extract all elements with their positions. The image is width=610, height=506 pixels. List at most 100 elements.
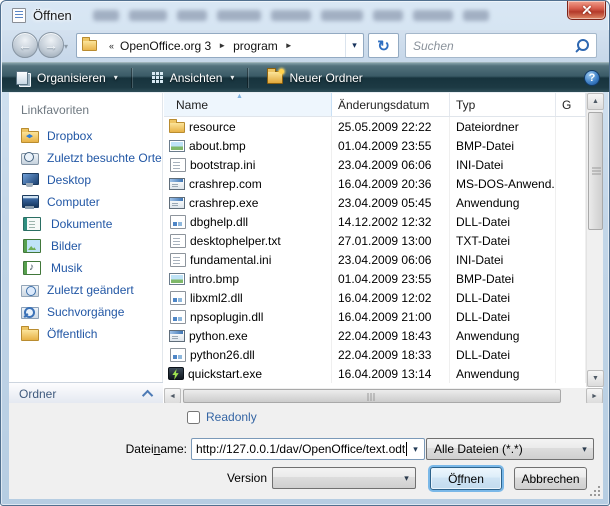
file-row[interactable]: python.exe 22.04.2009 18:43 Anwendung — [164, 326, 586, 345]
column-header-type[interactable]: Typ — [450, 93, 556, 116]
quickstart-app-icon — [168, 367, 184, 380]
resize-grip[interactable] — [588, 484, 600, 496]
application-icon — [169, 330, 185, 342]
dialog-footer: Readonly Dateiname: http://127.0.0.1/dav… — [9, 403, 603, 499]
scroll-left-button[interactable]: ◄ — [164, 388, 181, 404]
file-row[interactable]: crashrep.com 16.04.2009 20:36 MS-DOS-Anw… — [164, 174, 586, 193]
filename-input[interactable]: http://127.0.0.1/dav/OpenOffice/text.odt — [192, 442, 405, 456]
readonly-checkbox[interactable] — [187, 411, 200, 424]
sidebar-item-desktop[interactable]: Desktop — [9, 169, 162, 191]
search-icon[interactable] — [574, 37, 592, 55]
background-menu-blur — [463, 10, 489, 21]
chevron-right-icon[interactable]: ► — [285, 41, 293, 50]
file-row[interactable]: libxml2.dll 16.04.2009 12:02 DLL-Datei — [164, 288, 586, 307]
scroll-up-button[interactable]: ▲ — [587, 93, 604, 110]
searches-icon — [21, 307, 39, 319]
recent-pages-dropdown[interactable]: ▾ — [64, 42, 68, 51]
vertical-scroll-thumb[interactable] — [588, 112, 603, 230]
new-folder-button[interactable]: Neuer Ordner — [257, 66, 372, 90]
filetype-dropdown[interactable]: Alle Dateien (*.*) ▾ — [426, 438, 594, 460]
sidebar-item-documents[interactable]: Dokumente — [9, 213, 162, 235]
column-header-name[interactable]: ▲ Name — [164, 93, 332, 116]
sidebar-item-recently-changed[interactable]: Zuletzt geändert — [9, 279, 162, 301]
breadcrumb[interactable]: « OpenOffice.org 3 ► program ► ▾ — [76, 33, 364, 58]
computer-icon — [21, 195, 39, 210]
views-label: Ansichten — [170, 71, 223, 85]
sidebar-item-recent-places[interactable]: Zuletzt besuchte Orte — [9, 147, 162, 169]
file-row[interactable]: intro.bmp 01.04.2009 23:55 BMP-Datei — [164, 269, 586, 288]
refresh-button[interactable]: ↻ — [368, 33, 399, 58]
breadcrumb-overflow-chevron[interactable]: « — [109, 41, 114, 51]
sidebar-item-dropbox[interactable]: Dropbox — [9, 125, 162, 147]
search-input[interactable] — [406, 39, 574, 53]
file-row[interactable]: crashrep.exe 23.04.2009 05:45 Anwendung — [164, 193, 586, 212]
background-menu-blur — [413, 10, 453, 21]
address-dropdown[interactable]: ▾ — [345, 34, 363, 57]
pictures-icon — [23, 239, 41, 253]
background-menu-blur — [217, 10, 261, 21]
file-row[interactable]: about.bmp 01.04.2009 23:55 BMP-Datei — [164, 136, 586, 155]
readonly-label[interactable]: Readonly — [206, 410, 257, 424]
navigation-bar: ← → ▾ « OpenOffice.org 3 ► program ► ▾ ↻ — [2, 30, 610, 62]
chevron-right-icon[interactable]: ► — [218, 41, 226, 50]
file-row[interactable]: npsoplugin.dll 16.04.2009 21:00 DLL-Date… — [164, 307, 586, 326]
file-row[interactable]: quickstart.exe 16.04.2009 13:14 Anwendun… — [164, 364, 586, 383]
folders-expander[interactable]: Ordner — [9, 382, 163, 404]
txt-file-icon — [170, 234, 186, 248]
column-header-date[interactable]: Änderungsdatum — [332, 93, 450, 116]
views-button[interactable]: Ansichten ▾ — [141, 66, 245, 90]
folders-label: Ordner — [19, 387, 56, 401]
breadcrumb-segment[interactable]: OpenOffice.org 3 — [120, 39, 211, 53]
readonly-option: Readonly — [187, 410, 257, 424]
file-row[interactable]: bootstrap.ini 23.04.2009 06:06 INI-Datei — [164, 155, 586, 174]
documents-icon — [23, 217, 41, 231]
back-arrow-icon: ← — [13, 33, 37, 57]
background-menu-blur — [177, 10, 207, 21]
close-button[interactable] — [567, 1, 606, 20]
file-row[interactable]: resource 25.05.2009 22:22 Dateiordner — [164, 117, 586, 136]
vertical-scrollbar[interactable]: ▲ ▼ — [586, 93, 603, 387]
scroll-down-button[interactable]: ▼ — [587, 370, 604, 387]
open-button[interactable]: Öffnen — [430, 467, 502, 490]
filename-label: Dateiname: — [97, 442, 187, 456]
desktop-icon — [21, 173, 39, 188]
recently-changed-icon — [21, 285, 39, 297]
bmp-image-icon — [169, 273, 185, 285]
file-row[interactable]: python26.dll 22.04.2009 18:33 DLL-Datei — [164, 345, 586, 364]
file-row[interactable]: dbghelp.dll 14.12.2002 12:32 DLL-Datei — [164, 212, 586, 231]
dll-file-icon — [170, 310, 186, 324]
background-menu-blur — [129, 10, 167, 21]
search-box[interactable] — [405, 33, 597, 58]
horizontal-scrollbar[interactable]: ◄ ► — [164, 388, 603, 404]
sidebar-item-music[interactable]: Musik — [9, 257, 162, 279]
column-header-size[interactable]: G — [556, 93, 586, 116]
breadcrumb-segment[interactable]: program — [233, 39, 278, 53]
file-rows: resource 25.05.2009 22:22 Dateiordner ab… — [164, 117, 586, 383]
sidebar-item-public[interactable]: Öffentlich — [9, 323, 162, 345]
sidebar-item-searches[interactable]: Suchvorgänge — [9, 301, 162, 323]
cancel-button[interactable]: Abbrechen — [514, 467, 587, 490]
filetype-value: Alle Dateien (*.*) — [427, 442, 523, 456]
file-row[interactable]: desktophelper.txt 27.01.2009 13:00 TXT-D… — [164, 231, 586, 250]
sidebar-item-pictures[interactable]: Bilder — [9, 235, 162, 257]
scroll-right-button[interactable]: ► — [586, 388, 603, 404]
folder-icon — [169, 122, 185, 133]
filename-dropdown-arrow[interactable]: ▾ — [407, 439, 424, 459]
ini-file-icon — [170, 158, 186, 172]
toolbar-separator — [132, 68, 133, 88]
filename-combobox[interactable]: http://127.0.0.1/dav/OpenOffice/text.odt… — [191, 438, 425, 460]
forward-button[interactable]: → — [38, 32, 64, 58]
title-bar[interactable]: Öffnen — [1, 1, 610, 30]
sidebar-item-computer[interactable]: Computer — [9, 191, 162, 213]
version-label: Version — [177, 471, 267, 485]
horizontal-scroll-thumb[interactable] — [183, 389, 561, 403]
organize-button[interactable]: Organisieren ▾ — [6, 66, 128, 90]
open-file-dialog: Öffnen ← → ▾ « OpenOffice.org 3 ► progra… — [0, 0, 610, 506]
public-folder-icon — [21, 329, 39, 341]
version-dropdown[interactable]: ▾ — [272, 467, 416, 489]
help-button[interactable]: ? — [584, 70, 600, 86]
folder-icon — [82, 40, 97, 51]
column-header-row: ▲ Name Änderungsdatum Typ G — [164, 93, 586, 117]
file-row[interactable]: fundamental.ini 23.04.2009 06:06 INI-Dat… — [164, 250, 586, 269]
back-button[interactable]: ← — [12, 32, 38, 58]
